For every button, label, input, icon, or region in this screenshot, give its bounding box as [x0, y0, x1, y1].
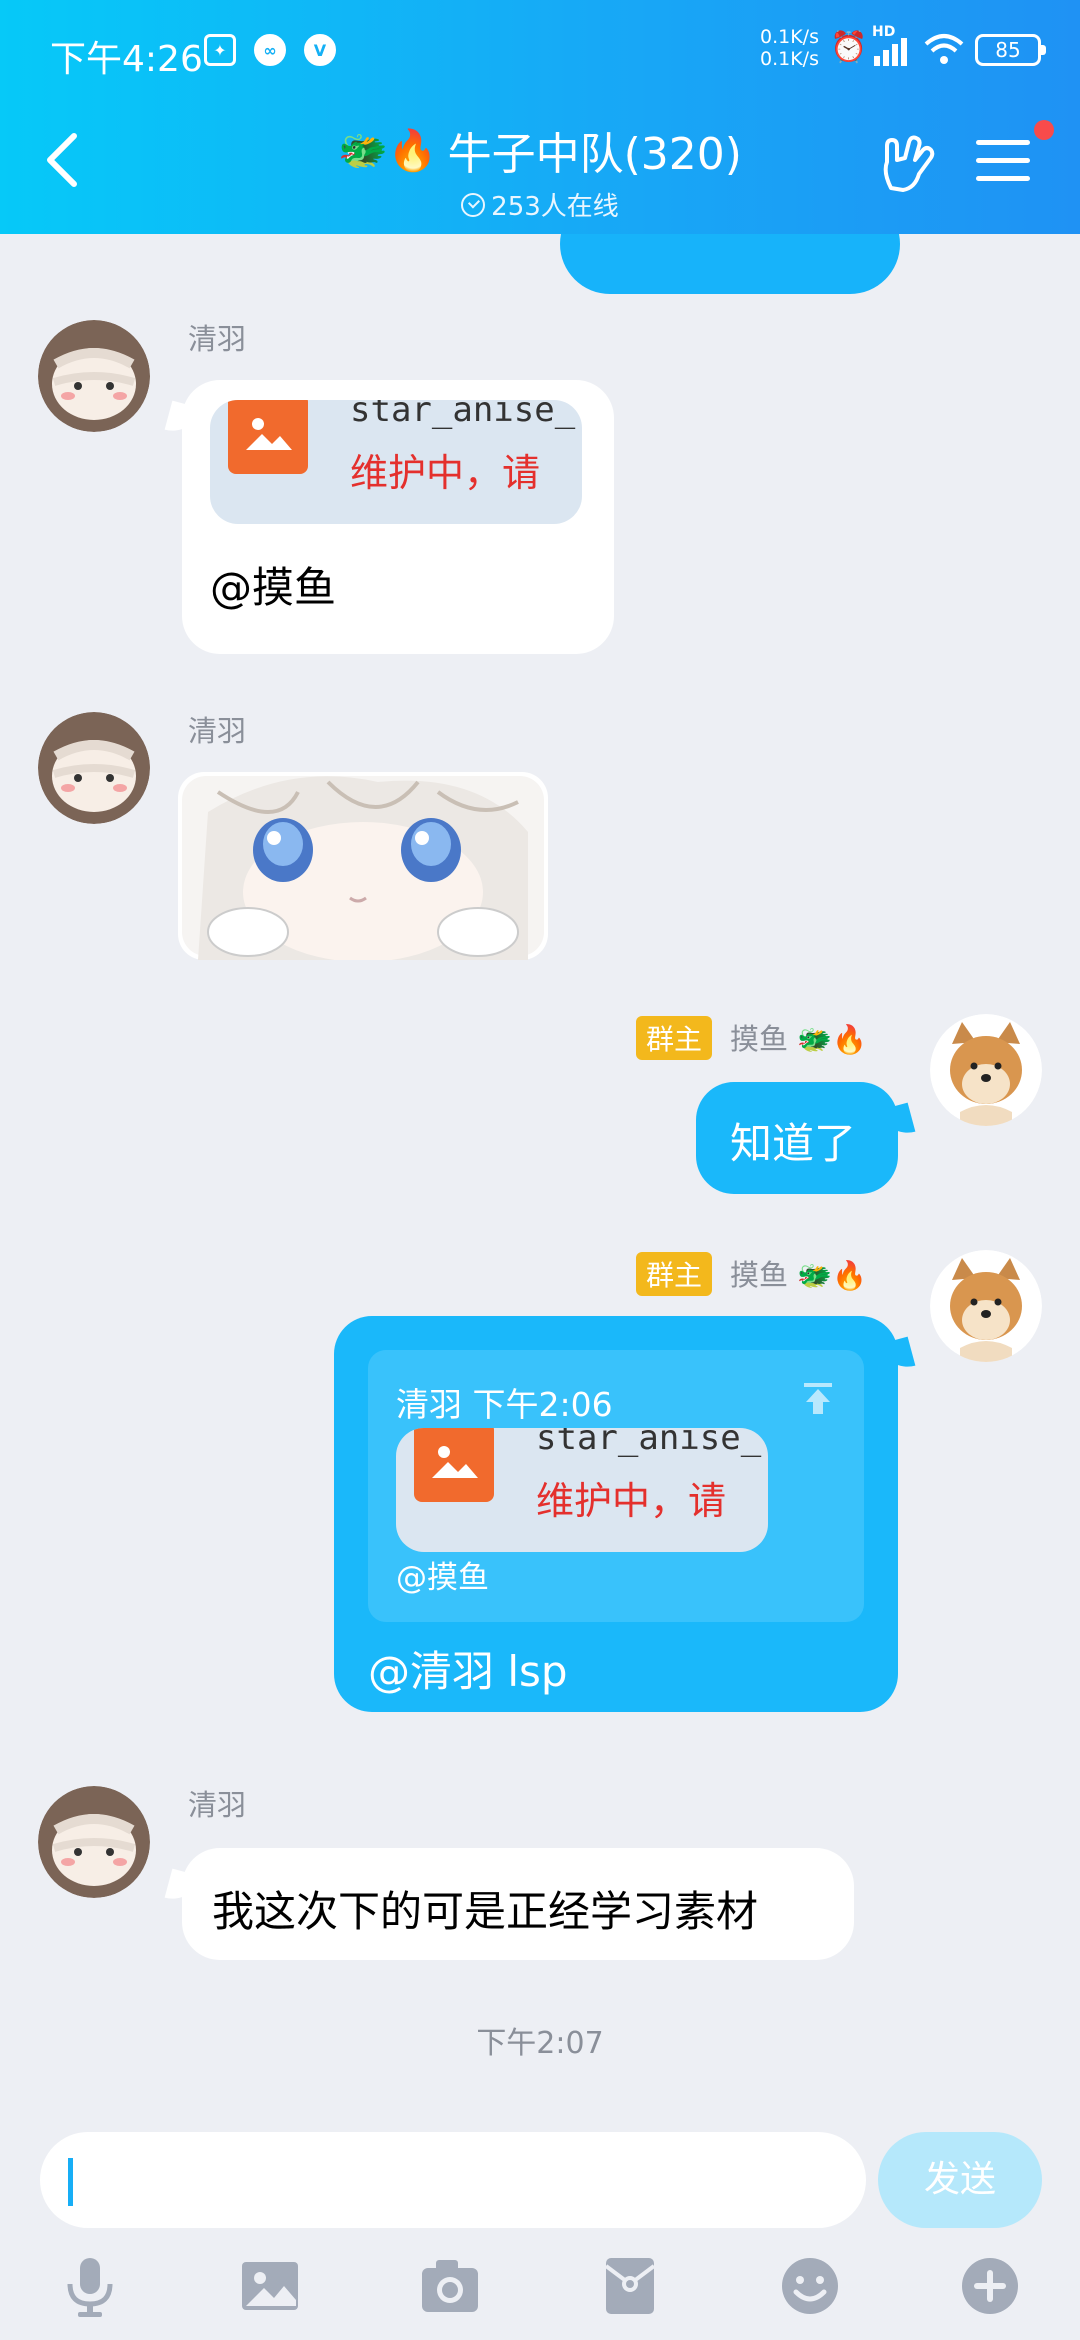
bubble-tail	[164, 1868, 202, 1906]
image-icon	[414, 1428, 494, 1502]
menu-line	[976, 140, 1030, 145]
hand-gesture-icon[interactable]	[875, 132, 939, 196]
bubble-tail	[878, 1102, 916, 1140]
menu-line	[976, 176, 1030, 181]
avatar-qingyu[interactable]	[38, 712, 150, 824]
image-icon[interactable]	[238, 2254, 302, 2318]
signal-icon	[874, 38, 907, 66]
avatar-qingyu[interactable]	[38, 320, 150, 432]
emoji-icon[interactable]	[778, 2254, 842, 2318]
thumb-text: star_anise_	[536, 1428, 762, 1458]
message-text: @清羽 lsp	[368, 1647, 568, 1696]
message-list[interactable]: 清羽 star_anise_ 维护中，请 @摸鱼 清羽 群主 摸鱼 🐲🔥 知道了…	[0, 194, 1080, 2114]
owner-badge: 群主	[636, 1252, 713, 1296]
plus-icon[interactable]	[958, 2254, 1022, 2318]
owner-badge: 群主	[636, 1016, 713, 1060]
message-text: @摸鱼	[210, 563, 337, 612]
online-text: 253人在线	[491, 192, 619, 222]
quote-header: 清羽 下午2:06	[396, 1385, 613, 1424]
notification-dot	[1034, 120, 1054, 140]
menu-line	[976, 158, 1030, 163]
time-divider: 下午2:07	[476, 2026, 604, 2061]
infinity-app-icon: ∞	[254, 34, 286, 66]
my-message-bubble[interactable]: 清羽 下午2:06 star_anise_ 维护中，请 @摸鱼 @清羽 lsp	[334, 1316, 916, 1712]
online-check-icon	[461, 192, 486, 217]
input-area: 发送	[0, 2114, 1080, 2340]
image-icon	[228, 400, 308, 474]
status-time: 下午4:26	[50, 39, 203, 80]
sender-name: 摸鱼	[730, 1022, 789, 1056]
menu-button[interactable]	[976, 140, 1030, 188]
quote-mention: @摸鱼	[396, 1560, 489, 1596]
avatar-moyu[interactable]	[930, 1014, 1042, 1126]
puzzle-icon: ✦	[204, 34, 236, 66]
thumb-text: star_anise_	[350, 400, 576, 430]
microphone-icon[interactable]	[58, 2254, 122, 2318]
network-speed: 0.1K/s 0.1K/s	[760, 26, 819, 70]
anime-sticker-image[interactable]	[178, 772, 548, 960]
message-text: 我这次下的可是正经学习素材	[212, 1887, 759, 1936]
sender-name: 清羽	[188, 322, 247, 356]
sender-name: 清羽	[188, 1788, 247, 1822]
name-emoji: 🐲🔥	[797, 1023, 867, 1056]
speed-up: 0.1K/s	[760, 26, 819, 48]
online-count: 253人在线	[461, 186, 619, 223]
wifi-icon	[924, 34, 964, 64]
speed-down: 0.1K/s	[760, 48, 819, 70]
message-bubble[interactable]: 我这次下的可是正经学习素材	[164, 1848, 854, 1960]
red-packet-icon[interactable]	[598, 2254, 662, 2318]
quoted-image-thumbnail[interactable]: star_anise_ 维护中，请	[396, 1428, 768, 1552]
message-bubble[interactable]: star_anise_ 维护中，请 @摸鱼	[164, 380, 614, 654]
group-title: 🐲🔥 牛子中队(320)	[338, 118, 742, 182]
status-bar: 下午4:26 ✦ ∞ V 0.1K/s 0.1K/s ⏰ HD 85	[0, 0, 1080, 100]
sender-name: 摸鱼	[730, 1258, 789, 1292]
text-caret	[68, 2158, 73, 2206]
jump-to-top-icon[interactable]	[800, 1380, 836, 1416]
thumb-text: 维护中，请	[536, 1479, 727, 1523]
bubble-tail	[878, 1336, 916, 1374]
thumb-text: 维护中，请	[350, 451, 541, 495]
message-text: 知道了	[730, 1119, 857, 1168]
bubble-tail	[164, 400, 202, 438]
my-name-line: 摸鱼 🐲🔥	[730, 1252, 867, 1294]
name-emoji: 🐲🔥	[797, 1259, 867, 1292]
alarm-icon: ⏰	[830, 30, 868, 65]
title-emoji: 🐲🔥	[338, 127, 438, 174]
my-message-bubble[interactable]: 知道了	[696, 1082, 916, 1194]
battery-indicator: 85	[975, 34, 1046, 66]
quoted-reply-box[interactable]: 清羽 下午2:06 star_anise_ 维护中，请 @摸鱼	[368, 1350, 864, 1622]
my-name-line: 摸鱼 🐲🔥	[730, 1016, 867, 1058]
send-button[interactable]: 发送	[878, 2132, 1042, 2228]
camera-icon[interactable]	[418, 2254, 482, 2318]
sender-name: 清羽	[188, 714, 247, 748]
avatar-moyu[interactable]	[930, 1250, 1042, 1362]
v-app-icon: V	[304, 34, 336, 66]
chat-header: 下午4:26 ✦ ∞ V 0.1K/s 0.1K/s ⏰ HD 85 🐲🔥 牛子…	[0, 0, 1080, 234]
avatar-qingyu[interactable]	[38, 1786, 150, 1898]
message-input[interactable]	[40, 2132, 866, 2228]
group-name: 牛子中队(320)	[447, 129, 742, 180]
quoted-image-thumbnail[interactable]: star_anise_ 维护中，请	[210, 400, 582, 524]
